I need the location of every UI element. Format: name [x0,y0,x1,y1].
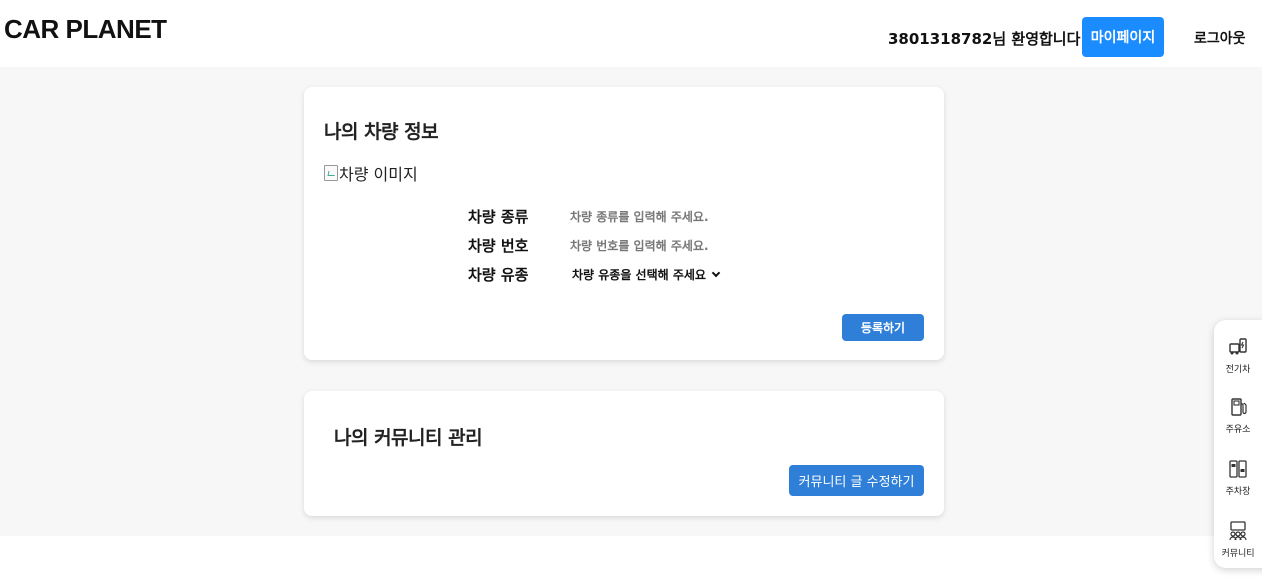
dock-item-gas[interactable]: 주유소 [1214,396,1262,435]
edit-community-button[interactable]: 커뮤니티 글 수정하기 [789,465,924,496]
fuel-type-select[interactable]: 차량 유종을 선택해 주세요 [572,266,721,283]
logo[interactable]: CAR PLANET [4,14,167,45]
dock-label-gas: 주유소 [1225,425,1251,435]
welcome-message: 3801318782님 환영합니다! [888,30,1088,48]
fuel-type-select-value: 차량 유종을 선택해 주세요 [572,268,706,282]
ev-charger-icon [1229,338,1247,355]
car-type-input[interactable]: 차량 종류를 입력해 주세요. [570,208,709,225]
car-type-row: 차량 종류 차량 종류를 입력해 주세요. [468,206,709,227]
gas-pump-icon [1231,398,1247,416]
community-card: 나의 커뮤니티 관리 커뮤니티 글 수정하기 [304,391,944,516]
car-info-title: 나의 차량 정보 [324,121,439,143]
car-number-input[interactable]: 차량 번호를 입력해 주세요. [570,237,709,254]
community-title: 나의 커뮤니티 관리 [334,427,483,449]
community-icon [1229,521,1247,541]
dock-label-community: 커뮤니티 [1221,549,1255,559]
car-image: 차량 이미지 [324,161,418,185]
car-type-label: 차량 종류 [468,208,529,226]
logout-button[interactable]: 로그아웃 [1194,28,1246,48]
car-number-label: 차량 번호 [468,237,529,255]
car-number-row: 차량 번호 차량 번호를 입력해 주세요. [468,235,709,256]
mypage-button[interactable]: 마이페이지 [1082,17,1164,57]
dock-item-parking[interactable]: 주차장 [1214,458,1262,497]
car-info-card: 나의 차량 정보 차량 이미지 차량 종류 차량 종류를 입력해 주세요. 차량… [304,87,944,360]
register-button[interactable]: 등록하기 [842,314,924,341]
parking-icon [1229,460,1247,478]
header: CAR PLANET 3801318782님 환영합니다! 마이페이지 로그아웃 [0,0,1262,67]
broken-image-icon [324,165,338,181]
fuel-type-label: 차량 유종 [468,266,529,284]
side-dock: 전기차 주유소 주차장 커뮤니티 [1214,320,1262,568]
car-image-alt: 차량 이미지 [339,165,418,184]
dock-item-ev[interactable]: 전기차 [1214,336,1262,375]
fuel-type-row: 차량 유종 차량 유종을 선택해 주세요 [468,264,721,285]
dock-item-community[interactable]: 커뮤니티 [1214,520,1262,559]
dock-label-parking: 주차장 [1225,487,1251,497]
chevron-down-icon [711,268,721,277]
dock-label-ev: 전기차 [1225,365,1251,375]
